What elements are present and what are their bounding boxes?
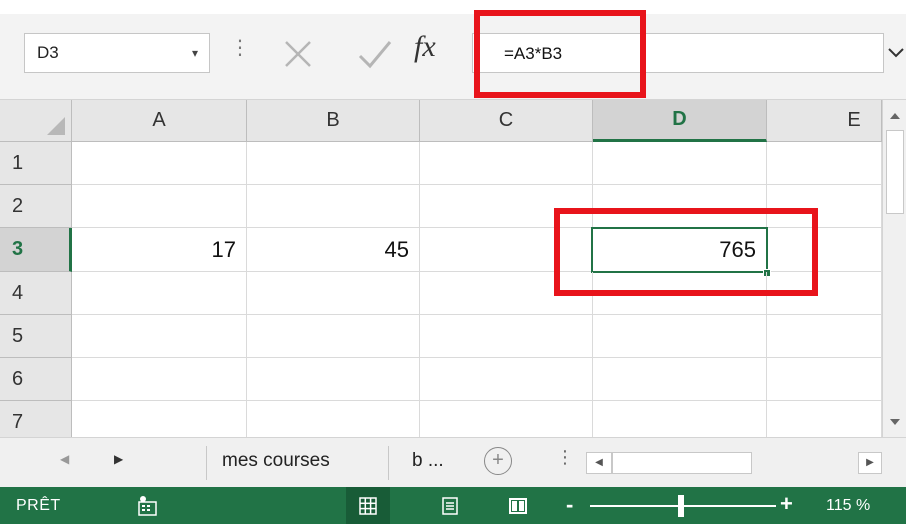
cell-e5[interactable] — [767, 315, 882, 358]
scroll-down-icon[interactable] — [883, 412, 906, 432]
row-header-3[interactable]: 3 — [0, 228, 72, 272]
select-all-corner[interactable] — [0, 100, 72, 142]
sheet-tab-mes-courses[interactable]: mes courses — [222, 450, 330, 472]
row-header-2[interactable]: 2 — [0, 185, 72, 228]
row-header-6[interactable]: 6 — [0, 358, 72, 401]
macro-recording-icon[interactable] — [136, 495, 160, 517]
cancel-icon[interactable] — [276, 30, 320, 74]
cell-b1[interactable] — [247, 142, 420, 185]
cell-d5[interactable] — [593, 315, 767, 358]
cell-c7[interactable] — [420, 401, 593, 437]
cell-c1[interactable] — [420, 142, 593, 185]
window-top-strip — [0, 0, 906, 14]
cell-b4[interactable] — [247, 272, 420, 315]
name-box-value: D3 — [37, 43, 59, 62]
insert-function-icon[interactable]: fx — [414, 32, 436, 62]
horizontal-scroll-thumb[interactable] — [612, 452, 752, 474]
tab-separator — [388, 446, 389, 480]
status-ready-label: PRÊT — [16, 497, 61, 514]
scroll-up-icon[interactable] — [883, 106, 906, 126]
cell-a2[interactable] — [72, 185, 247, 228]
cell-c6[interactable] — [420, 358, 593, 401]
zoom-out-button[interactable]: - — [566, 492, 573, 518]
vertical-dots-icon[interactable]: ⋮ — [556, 448, 574, 466]
column-header-d[interactable]: D — [593, 100, 767, 142]
result-highlight-box — [554, 208, 818, 296]
page-break-view-icon[interactable] — [496, 487, 540, 524]
name-box[interactable]: D3 ▾ — [24, 33, 210, 73]
row-header-7[interactable]: 7 — [0, 401, 72, 437]
horizontal-scrollbar[interactable]: ◀ ▶ — [586, 452, 882, 474]
cell-b7[interactable] — [247, 401, 420, 437]
chevron-down-icon[interactable]: ▾ — [181, 46, 209, 60]
tab-separator — [206, 446, 207, 480]
cell-d1[interactable] — [593, 142, 767, 185]
cell-b5[interactable] — [247, 315, 420, 358]
column-header-e[interactable]: E — [767, 100, 882, 142]
vertical-dots-icon[interactable]: ⋮ — [230, 38, 250, 58]
scroll-right-icon[interactable]: ▶ — [858, 452, 882, 474]
cell-d7[interactable] — [593, 401, 767, 437]
zoom-level-label[interactable]: 115 % — [826, 497, 870, 515]
scroll-left-icon[interactable]: ◀ — [586, 452, 612, 474]
row-header-1[interactable]: 1 — [0, 142, 72, 185]
column-header-a[interactable]: A — [72, 100, 247, 142]
next-sheet-icon[interactable]: ▶ — [114, 452, 123, 466]
zoom-in-button[interactable]: + — [780, 491, 793, 517]
status-bar: PRÊT - + 115 % — [0, 487, 906, 524]
cell-a5[interactable] — [72, 315, 247, 358]
row-header-4[interactable]: 4 — [0, 272, 72, 315]
column-header-b[interactable]: B — [247, 100, 420, 142]
cell-a3[interactable]: 17 — [72, 228, 247, 272]
add-sheet-icon[interactable]: + — [484, 447, 512, 475]
cell-d6[interactable] — [593, 358, 767, 401]
cell-c5[interactable] — [420, 315, 593, 358]
vertical-scrollbar[interactable] — [882, 100, 906, 437]
cell-a4[interactable] — [72, 272, 247, 315]
page-layout-view-icon[interactable] — [428, 487, 472, 524]
prev-sheet-icon[interactable]: ◀ — [60, 452, 69, 466]
cell-a7[interactable] — [72, 401, 247, 437]
cell-e7[interactable] — [767, 401, 882, 437]
column-header-c[interactable]: C — [420, 100, 593, 142]
cell-e1[interactable] — [767, 142, 882, 185]
cell-a1[interactable] — [72, 142, 247, 185]
normal-view-icon[interactable] — [346, 487, 390, 524]
cell-b3[interactable]: 45 — [247, 228, 420, 272]
sheet-tab-b[interactable]: b ... — [412, 450, 444, 472]
zoom-slider-thumb[interactable] — [678, 495, 684, 517]
cell-e6[interactable] — [767, 358, 882, 401]
cell-b2[interactable] — [247, 185, 420, 228]
row-header-5[interactable]: 5 — [0, 315, 72, 358]
enter-check-icon[interactable] — [352, 30, 396, 74]
formula-highlight-box — [474, 10, 646, 98]
sheet-tabs-bar: ◀ ▶ mes courses b ... + ⋮ ◀ ▶ — [0, 437, 906, 487]
expand-formula-bar-icon[interactable] — [886, 34, 906, 72]
vertical-scroll-thumb[interactable] — [886, 130, 904, 214]
cell-a6[interactable] — [72, 358, 247, 401]
cell-b6[interactable] — [247, 358, 420, 401]
